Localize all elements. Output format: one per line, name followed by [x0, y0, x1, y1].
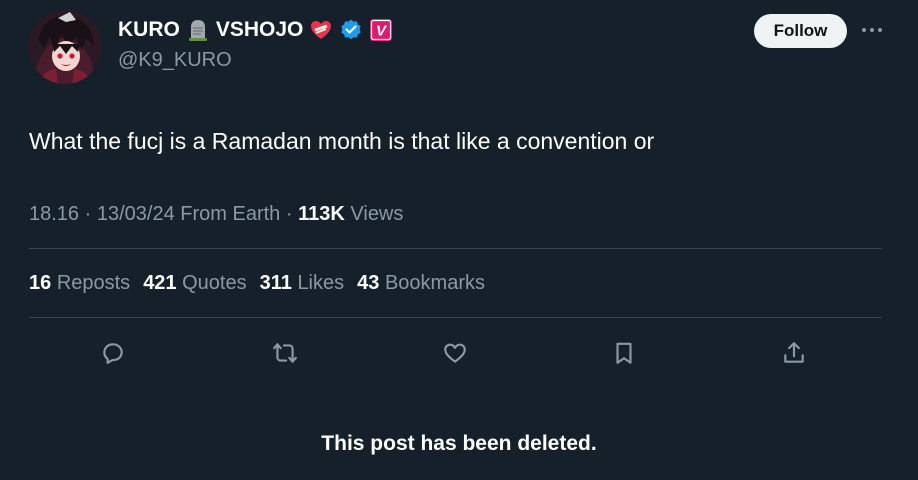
reply-icon[interactable]	[96, 336, 130, 370]
divider	[29, 317, 882, 318]
engagement-stats: 16 Reposts 421 Quotes 311 Likes 43 Bookm…	[29, 269, 485, 297]
post-detail: KURO VSHOJO V @K9_KURO Follow What the f…	[0, 0, 918, 480]
headstone-icon	[186, 18, 210, 42]
stat-bookmarks[interactable]: 43 Bookmarks	[357, 269, 485, 297]
display-name[interactable]: KURO VSHOJO V	[118, 16, 393, 44]
views-count[interactable]: 113K	[298, 203, 345, 225]
meta-separator: ·	[285, 203, 293, 225]
stat-count: 421	[143, 272, 177, 294]
divider	[29, 248, 882, 249]
stat-count: 43	[357, 272, 380, 294]
stat-label: Quotes	[182, 272, 247, 294]
stat-label: Bookmarks	[384, 272, 485, 294]
follow-button[interactable]: Follow	[754, 14, 847, 48]
stat-label: Reposts	[56, 272, 131, 294]
tweet-meta: 18.16 · 13/03/24 From Earth · 113K Views	[29, 200, 403, 228]
action-bar	[0, 336, 918, 370]
meta-separator: ·	[84, 203, 92, 225]
avatar[interactable]	[28, 10, 102, 84]
bookmark-icon[interactable]	[607, 336, 641, 370]
user-handle[interactable]: @K9_KURO	[118, 47, 232, 73]
tweet-source: From Earth	[180, 203, 281, 225]
mended-heart-icon	[309, 18, 333, 42]
share-icon[interactable]	[777, 336, 811, 370]
stat-count: 311	[259, 272, 292, 294]
tweet-time[interactable]: 18.16	[29, 203, 79, 225]
stat-count: 16	[29, 272, 52, 294]
deleted-notice: This post has been deleted.	[321, 432, 597, 455]
stat-label: Likes	[297, 272, 345, 294]
verified-icon[interactable]	[339, 18, 363, 42]
tweet-date[interactable]: 13/03/24	[97, 203, 175, 225]
stat-likes[interactable]: 311 Likes	[260, 269, 345, 297]
vshojo-badge-icon[interactable]: V	[369, 18, 393, 42]
display-name-part-1: KURO	[118, 18, 180, 41]
views-label: Views	[350, 203, 404, 225]
more-options-icon[interactable]	[860, 18, 884, 42]
like-icon[interactable]	[438, 336, 472, 370]
stat-quotes[interactable]: 421 Quotes	[143, 269, 246, 297]
repost-icon[interactable]	[268, 336, 302, 370]
tweet-text: What the fucj is a Ramadan month is that…	[29, 128, 655, 154]
stat-reposts[interactable]: 16 Reposts	[29, 269, 130, 297]
display-name-part-2: VSHOJO	[215, 18, 304, 41]
